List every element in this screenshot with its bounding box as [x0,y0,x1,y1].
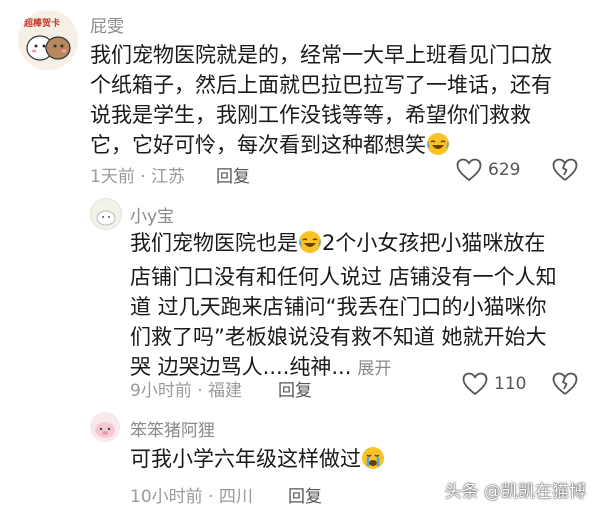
comment-line: 可我小学六年级这样做过 [130,447,361,471]
comment-text: 我们宠物医院也是 2个小女孩把小猫咪放在 店铺门口没有和任何人说过 店铺没有一个人… [130,228,590,384]
comment-time: 1天前 [90,167,135,187]
comment-time: 10小时前 [130,487,203,507]
avatar-label: 超棒贺卡 [24,19,61,29]
comment-2: 小y宝 我们宠物医院也是 2个小女孩把小猫咪放在 店铺门口没有和任何人说过 店铺没… [0,190,600,402]
comment-username[interactable]: 笨笨猪阿狸 [130,416,215,441]
comment-location: 福建 [208,381,243,401]
reply-button[interactable]: 回复 [278,376,312,401]
meta-separator: · [191,381,209,401]
comment-meta: 1天前 · 江苏 [90,162,185,187]
like-count: 110 [494,374,527,394]
comment-line: 个纸箱子，然后上面就巴拉巴拉写了一堆话，还有 [90,73,552,97]
meta-separator: · [202,487,219,507]
dislike-button[interactable] [552,372,578,400]
avatar[interactable] [90,412,120,442]
avatar[interactable]: 超棒贺卡 [18,10,78,70]
comment-meta: 10小时前 · 四川 [130,482,253,507]
comment-line: 们救了吗”老板娘说没有救不知道 她就开始大 [130,325,547,349]
comment-1: 超棒贺卡 屁雯 我们宠物医院就是的，经常一大早上班看见门口放 个纸箱子，然后上面… [0,0,600,190]
comment-username[interactable]: 小y宝 [130,202,174,227]
comment-time: 9小时前 [130,381,192,401]
meta-separator: · [134,167,152,187]
reply-button[interactable]: 回复 [288,482,322,507]
avatar[interactable] [90,198,122,230]
like-button[interactable]: 110 [462,372,526,396]
comment-username[interactable]: 屁雯 [90,12,124,37]
comment-line: 它，它好可怜，每次看到这种都想笑 [90,133,426,157]
comment-text: 可我小学六年级这样做过 [130,444,590,478]
laughing-crying-emoji-icon [298,230,322,262]
comment-line-first: 我们宠物医院也是 2个小女孩把小猫咪放在 [130,228,590,262]
comment-line-first: 可我小学六年级这样做过 [130,444,590,478]
comment-line: 店铺门口没有和任何人说过 店铺没有一个人知 [130,265,557,289]
comment-line: 道 过几天跑来店铺问“我丢在门口的小猫咪你 [130,295,547,319]
laughing-crying-emoji-icon [426,132,450,164]
expand-button[interactable]: 展开 [357,359,391,379]
like-count: 629 [488,160,521,180]
heart-icon [456,158,482,182]
broken-heart-icon [552,158,578,181]
comment-line: 我们宠物医院也是 [130,231,298,255]
broken-heart-icon [552,372,578,395]
comment-line: 我们宠物医院就是的，经常一大早上班看见门口放 [90,43,552,67]
comment-line: 2个小女孩把小猫咪放在 [322,231,546,255]
comment-text: 我们宠物医院就是的，经常一大早上班看见门口放 个纸箱子，然后上面就巴拉巴拉写了一… [90,40,590,164]
heart-icon [462,372,488,396]
comment-meta: 9小时前 · 福建 [130,376,242,401]
comment-line: 说我是学生，我刚工作没钱等等，希望你们救救 [90,103,531,127]
crying-emoji-icon [361,446,385,478]
reply-button[interactable]: 回复 [216,162,250,187]
like-button[interactable]: 629 [456,158,520,182]
comment-location: 江苏 [151,167,186,187]
dislike-button[interactable] [552,158,578,186]
comment-location: 四川 [218,487,253,507]
watermark: 头条 @凯凯在猫博 [444,482,586,502]
